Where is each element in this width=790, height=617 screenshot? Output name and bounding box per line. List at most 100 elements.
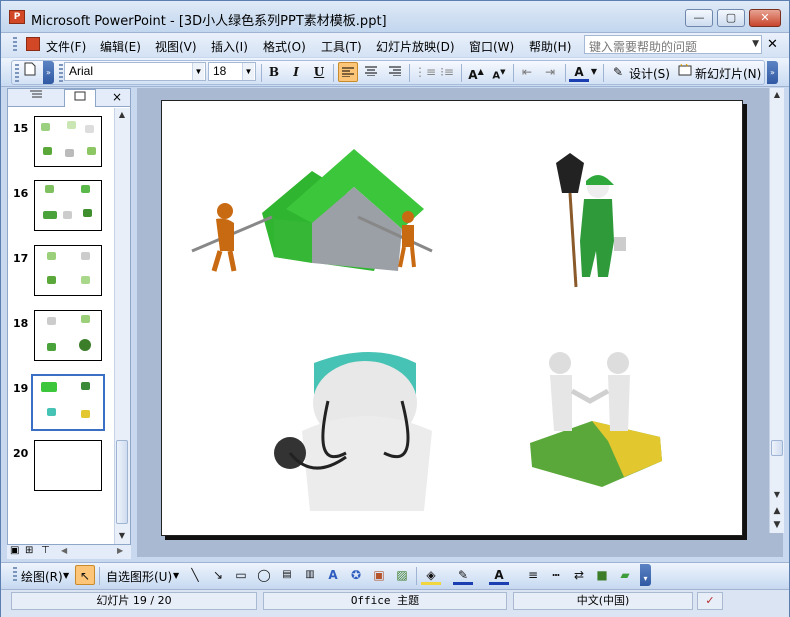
dash-style-icon[interactable]: ┅	[546, 565, 566, 585]
normal-view-icon[interactable]: ▣	[10, 545, 19, 556]
chevron-down-icon[interactable]: ▼	[752, 36, 759, 53]
close-button[interactable]: ✕	[749, 9, 781, 27]
tab-slides[interactable]	[64, 89, 96, 107]
slide-thumbnail-17[interactable]	[34, 245, 102, 296]
decrease-font-size-icon[interactable]: A▼	[489, 62, 509, 82]
rectangle-icon[interactable]: ▭	[231, 565, 251, 585]
design-button-label[interactable]: 设计(S)	[629, 65, 670, 82]
chevron-down-icon[interactable]: ▼	[63, 571, 69, 580]
toolbar-grip[interactable]	[15, 64, 19, 82]
font-color-icon[interactable]: A	[569, 62, 589, 82]
slide-sorter-view-icon[interactable]: ⊞	[25, 545, 33, 556]
menu-file[interactable]: 文件(F)	[46, 38, 86, 55]
numbering-icon[interactable]: ⋮≡	[414, 62, 436, 82]
line-icon[interactable]: ╲	[185, 565, 205, 585]
picture-icon[interactable]: ▨	[392, 565, 412, 585]
vertical-text-box-icon[interactable]: ▥	[300, 565, 320, 585]
toolbar-grip-2[interactable]	[59, 64, 63, 82]
maximize-button[interactable]: ▢	[717, 9, 745, 27]
slide-thumbnail-19[interactable]	[31, 374, 105, 431]
help-search-input[interactable]: 键入需要帮助的问题 ▼	[584, 35, 762, 54]
slide-thumbnail-16[interactable]	[34, 180, 102, 231]
toolbar-options-chevron-icon[interactable]: »	[767, 61, 778, 84]
chevron-down-icon[interactable]: ▼	[173, 571, 179, 580]
arrow-style-icon[interactable]: ⇄	[569, 565, 589, 585]
new-slide-button-label[interactable]: 新幻灯片(N)	[695, 65, 761, 82]
scroll-down-icon[interactable]: ▼	[770, 488, 784, 502]
line-color-icon[interactable]: ✎	[453, 565, 473, 585]
slide-canvas[interactable]	[161, 100, 743, 536]
slideshow-view-icon[interactable]: ⊤	[41, 545, 50, 556]
fill-color-icon[interactable]: ◈	[421, 565, 441, 585]
slide-thumbnail-15[interactable]	[34, 116, 102, 167]
pane-close-icon[interactable]: ×	[112, 90, 122, 104]
diagram-icon[interactable]: ✪	[346, 565, 366, 585]
font-size-select[interactable]: 18 ▼	[208, 62, 256, 81]
text-box-icon[interactable]: ▤	[277, 565, 297, 585]
slide-thumbnail-18[interactable]	[34, 310, 102, 361]
chevron-down-icon[interactable]: ▼	[192, 63, 204, 80]
scroll-up-icon[interactable]: ▲	[770, 88, 784, 102]
menubar-grip[interactable]	[13, 37, 17, 53]
scroll-right-icon[interactable]: ▶	[117, 546, 123, 555]
slide-number: 20	[13, 447, 29, 460]
slides-pane-scrollbar[interactable]: ▲ ▼	[114, 108, 130, 545]
menu-edit[interactable]: 编辑(E)	[100, 38, 141, 55]
next-slide-icon[interactable]: ▼	[770, 518, 784, 532]
previous-slide-icon[interactable]: ▲	[770, 504, 784, 518]
menu-help[interactable]: 帮助(H)	[529, 38, 571, 55]
minimize-button[interactable]: —	[685, 9, 713, 27]
new-slide-icon[interactable]	[675, 62, 695, 82]
menu-slideshow[interactable]: 幻灯片放映(D)	[376, 38, 455, 55]
draw-menu-button[interactable]: 绘图(R)	[21, 568, 63, 585]
toolbar-options-chevron-icon[interactable]: ▾	[640, 564, 651, 586]
underline-button[interactable]: U	[309, 62, 329, 82]
menu-tools[interactable]: 工具(T)	[321, 38, 362, 55]
menu-window[interactable]: 窗口(W)	[469, 38, 514, 55]
arrow-icon[interactable]: ↘	[208, 565, 228, 585]
align-left-button[interactable]	[338, 62, 358, 82]
shadow-style-icon[interactable]: ■	[592, 565, 612, 585]
powerpoint-app-icon[interactable]: P	[9, 10, 25, 24]
drawbar-grip[interactable]	[13, 567, 17, 583]
3d-style-icon[interactable]: ▰	[615, 565, 635, 585]
slide-thumbnail-20[interactable]	[34, 440, 102, 491]
autoshapes-menu-button[interactable]: 自选图形(U)	[106, 568, 172, 585]
scrollbar-thumb[interactable]	[771, 440, 783, 456]
scroll-left-icon[interactable]: ◀	[61, 546, 67, 555]
bullets-icon[interactable]: ⁝≡	[437, 62, 457, 82]
select-objects-icon[interactable]: ↖	[75, 565, 95, 585]
font-name-select[interactable]: Arial ▼	[64, 62, 206, 81]
menu-view[interactable]: 视图(V)	[155, 38, 197, 55]
clip-art-icon[interactable]: ▣	[369, 565, 389, 585]
font-color-icon[interactable]: A	[489, 565, 509, 585]
editor-scrollbar[interactable]: ▲ ▼ ▲ ▼	[769, 88, 784, 533]
scroll-down-icon[interactable]: ▼	[115, 529, 129, 543]
menu-format[interactable]: 格式(O)	[263, 38, 306, 55]
italic-button[interactable]: I	[286, 62, 306, 82]
toolbar-options-chevron-icon[interactable]: »	[43, 61, 54, 84]
bold-button[interactable]: B	[264, 62, 284, 82]
tab-outline[interactable]	[20, 89, 52, 107]
line-style-icon[interactable]: ≡	[523, 565, 543, 585]
align-right-button[interactable]	[385, 62, 405, 82]
gardener-illustration	[556, 153, 626, 288]
increase-font-size-icon[interactable]: A▲	[466, 62, 486, 82]
document-icon[interactable]	[26, 37, 40, 51]
new-document-icon[interactable]	[20, 62, 40, 82]
chevron-down-icon[interactable]: ▼	[589, 62, 599, 82]
document-close-icon[interactable]: ✕	[767, 37, 778, 52]
wordart-icon[interactable]: A	[323, 565, 343, 585]
align-center-button[interactable]	[361, 62, 381, 82]
menu-insert[interactable]: 插入(I)	[211, 38, 248, 55]
thumb-figure	[87, 147, 96, 155]
scroll-up-icon[interactable]: ▲	[115, 108, 129, 122]
decrease-indent-icon[interactable]: ⇤	[517, 62, 537, 82]
thumb-figure	[79, 339, 91, 351]
chevron-down-icon[interactable]: ▼	[242, 63, 254, 80]
design-icon[interactable]: ✎	[608, 62, 628, 82]
scrollbar-thumb[interactable]	[116, 440, 128, 524]
increase-indent-icon[interactable]: ⇥	[540, 62, 560, 82]
spelling-check-icon[interactable]: ✓	[697, 592, 723, 610]
oval-icon[interactable]: ◯	[254, 565, 274, 585]
